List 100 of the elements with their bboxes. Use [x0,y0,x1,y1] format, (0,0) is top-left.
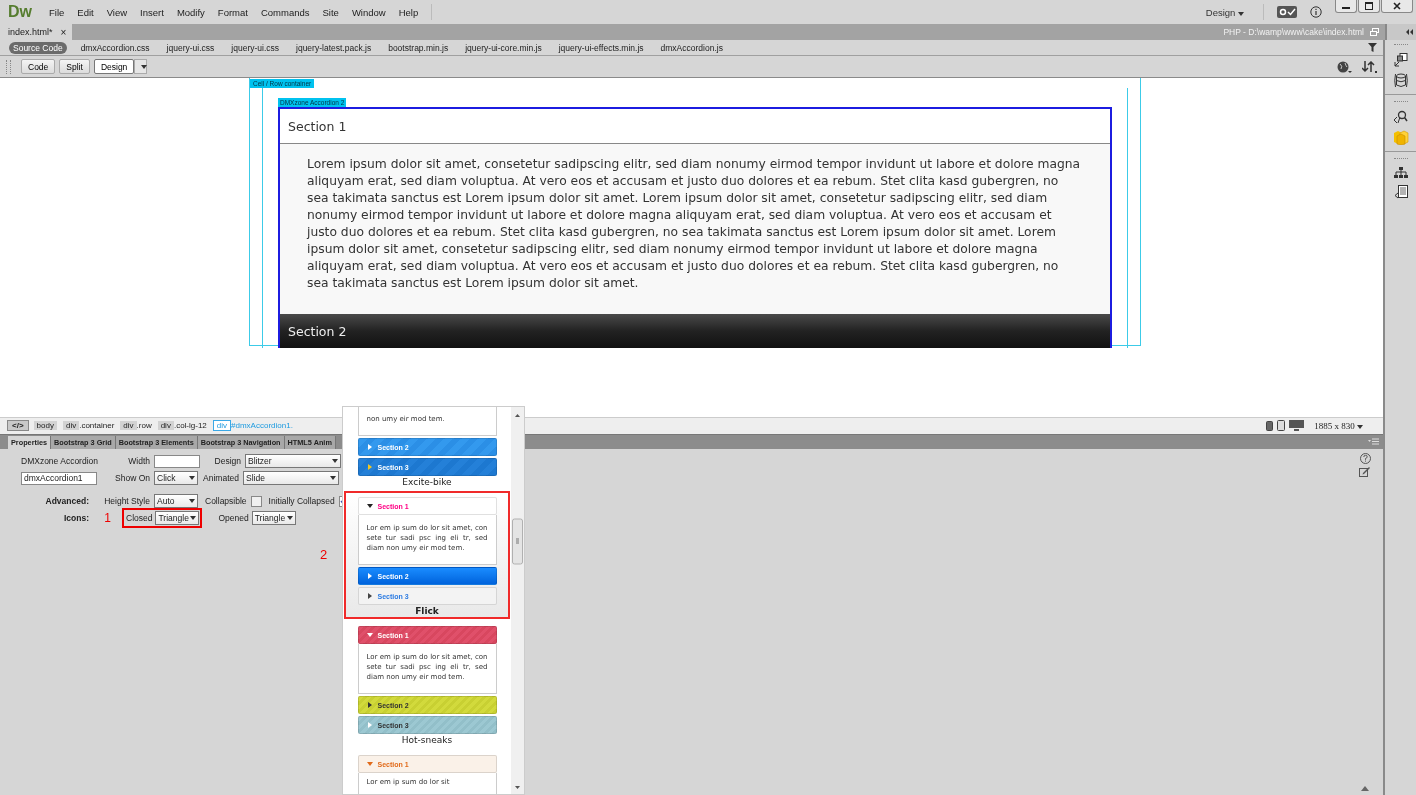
file-path: PHP - D:\wamp\www\cake\index.html [1223,27,1364,37]
height-style-select[interactable]: Auto [154,494,198,508]
menu-item[interactable]: Format [217,6,248,18]
id-field[interactable]: dmxAccordion1 [21,471,97,485]
caret-icon [190,516,197,520]
caret-icon [330,476,336,480]
accordion-header[interactable]: Section 2 [280,314,1110,348]
related-file-link[interactable]: jquery-ui.css [228,42,283,53]
menu-item[interactable]: Site [322,6,339,18]
animated-select[interactable]: Slide [243,471,339,485]
database-icon[interactable] [1393,73,1408,88]
document-tab-label: index.html* [8,27,53,37]
caret-icon [189,476,195,480]
caret-icon [140,64,147,69]
tag-selector-item[interactable]: div .container [61,421,116,430]
edit-icon[interactable] [1359,465,1371,477]
filter-icon[interactable] [1368,43,1377,52]
closed-icon-select[interactable]: Triangle [155,511,200,525]
info-icon[interactable] [1310,6,1322,18]
close-button[interactable] [1381,0,1413,13]
window-size-dropdown[interactable]: 1885 x 830 [1314,420,1363,431]
related-file-link[interactable]: jquery-ui-effects.min.js [555,42,647,53]
collapse-panels-icon[interactable] [1405,29,1413,35]
icons-label: Icons: [62,513,89,523]
triangle-down-icon [366,503,373,509]
phone-icon[interactable] [1266,420,1274,431]
dropdown-button[interactable] [134,59,148,74]
code-document-icon[interactable] [1393,185,1408,199]
paragraph: Lorem ipsum dolor sit amet, consetetur sadipscing elitr, sed diam nonumy eirmod tempor invidunt ut labore et dolore magna aliquyam erat, sed diam voluptua. At vero eos et accusam et justo duo dolores et ea rebum. Stet clita kasd gubergren, no sea takimata sanctus est Lorem ipsum dolor sit amet. Lorem ipsum dolor sit amet, consetetur sadipscing elitr, sed diam nonumy eirmod tempor invidunt ut labore et dolore magna aliquyam erat, sed diam voluptua. At vero eos et accusam et justo duo dolores et ea rebum. Stet clita kasd gubergren, no sea takimata sanctus est Lorem ipsum dolor sit amet. Lorem ipsum dolor sit amet, consetetur sadipscing elitr, sed diam nonumy eirmod tempor invidunt ut labore et dolore magna aliquyam erat, sed diam voluptua. At vero eos et accusam et justo duo dolores et ea rebum. Stet clita kasd gubergren, no sea takimata sanctus est Lorem ipsum dolor sit amet. [307,156,1082,292]
caret-icon [332,459,338,463]
tag-selector-item[interactable]: body [32,421,58,430]
document-tab[interactable]: index.html* × [0,24,73,40]
design-name: Excite-bike [402,477,452,487]
related-file-link[interactable]: jquery-latest.pack.js [293,42,375,53]
sitemap-icon[interactable] [1393,167,1408,179]
code-search-icon[interactable] [1393,110,1408,124]
minimize-button[interactable] [1335,0,1357,13]
related-file-link[interactable]: jquery-ui-core.min.js [462,42,545,53]
caret-icon [1238,11,1244,16]
collapsible-checkbox[interactable] [250,495,262,507]
window-swap-icon[interactable] [1393,53,1408,67]
opened-icon-select[interactable]: Triangle [251,511,296,525]
advanced-label: Advanced: [44,496,89,506]
triangle-down-icon [366,761,373,767]
triangle-right-icon [366,702,373,708]
related-file-link[interactable]: dmxAccordion.js [657,42,726,53]
menu-item[interactable]: View [106,6,128,18]
closed-label: Closed [125,513,154,523]
width-label: Width [127,456,151,466]
menu-item[interactable]: Insert [140,6,164,18]
menu-item[interactable]: File [49,6,65,18]
app-logo: Dw [8,3,32,21]
caret-icon [189,499,195,503]
opened-label: Opened [217,513,250,523]
height-style-label: Height Style [103,496,151,506]
sort-arrows-icon[interactable] [1362,60,1377,73]
view-button[interactable]: Split [59,59,90,74]
show-on-select[interactable]: Click [154,471,198,485]
sync-settings-icon[interactable] [1277,6,1297,18]
related-file-link[interactable]: dmxAccordion.css [77,42,153,53]
triangle-right-icon [366,444,373,450]
menu-item[interactable]: Edit [77,6,94,18]
maximize-button[interactable] [1358,0,1380,13]
design-select[interactable]: Blitzer [245,454,341,468]
maximize-icon [1365,2,1373,10]
component-name: DMXzone Accordion [20,456,99,466]
menu-item[interactable]: Window [351,6,386,18]
help-icon[interactable] [1359,452,1371,464]
globe-icon[interactable] [1337,60,1352,73]
related-file-link[interactable]: bootstrap.min.js [385,42,452,53]
triangle-right-icon [366,722,373,728]
menu-item[interactable]: Help [398,6,419,18]
initially-collapsed-label: Initially Collapsed [267,496,336,506]
triangle-down-icon [366,632,373,638]
workspace-switcher[interactable]: Design [1199,6,1250,18]
menu-item[interactable]: Commands [260,6,310,18]
related-file-link[interactable]: Source Code [9,41,67,54]
width-field[interactable] [154,454,200,468]
triangle-right-icon [366,593,373,599]
annotation-number: 1 [103,511,112,525]
design-name: Flick [415,606,439,616]
close-tab-button[interactable]: × [60,26,67,38]
related-file-link[interactable]: jquery-ui.css [163,42,218,53]
expand-up-icon[interactable] [1361,786,1369,791]
desktop-icon[interactable] [1289,420,1305,431]
animated-label: Animated [202,473,240,483]
tag-selector-item[interactable]: div .col-lg-12 [156,421,208,430]
design-label: Design [213,456,242,466]
show-on-label: Show On [114,473,151,483]
caret-icon [286,516,293,520]
code-tag-button[interactable]: </> [7,420,29,431]
view-button[interactable]: Code [21,59,56,74]
design-name: Hot-sneaks [401,735,453,745]
menu-item[interactable]: Modify [176,6,205,18]
caret-icon [1357,424,1363,429]
close-icon [1393,2,1401,10]
triangle-right-icon [366,464,373,470]
view-button[interactable]: Design [93,59,135,74]
tablet-icon[interactable] [1277,420,1286,431]
scrollbar-drawing[interactable] [511,407,524,794]
